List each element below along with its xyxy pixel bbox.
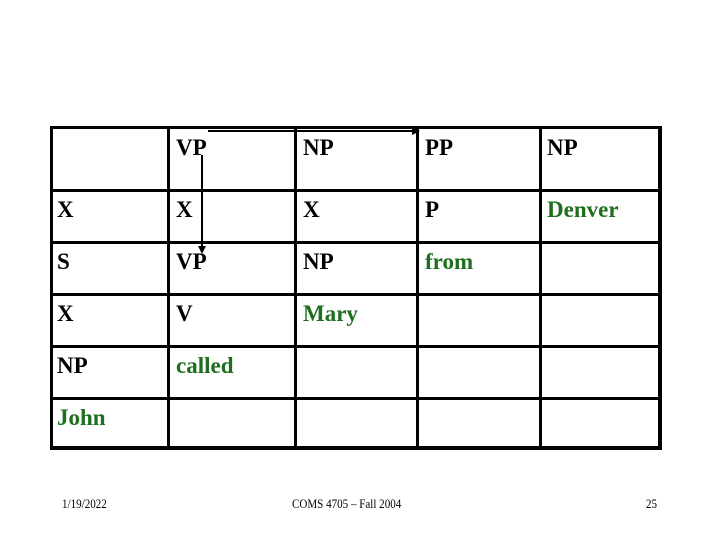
- arrows-overlay: [198, 127, 420, 254]
- arrowhead-down-icon: [198, 246, 206, 254]
- arrowhead-right-icon: [412, 127, 420, 135]
- footer-date: 1/19/2022: [62, 496, 107, 511]
- footer-course: COMS 4705 – Fall 2004: [292, 496, 402, 511]
- footer-page-number: 25: [646, 496, 658, 511]
